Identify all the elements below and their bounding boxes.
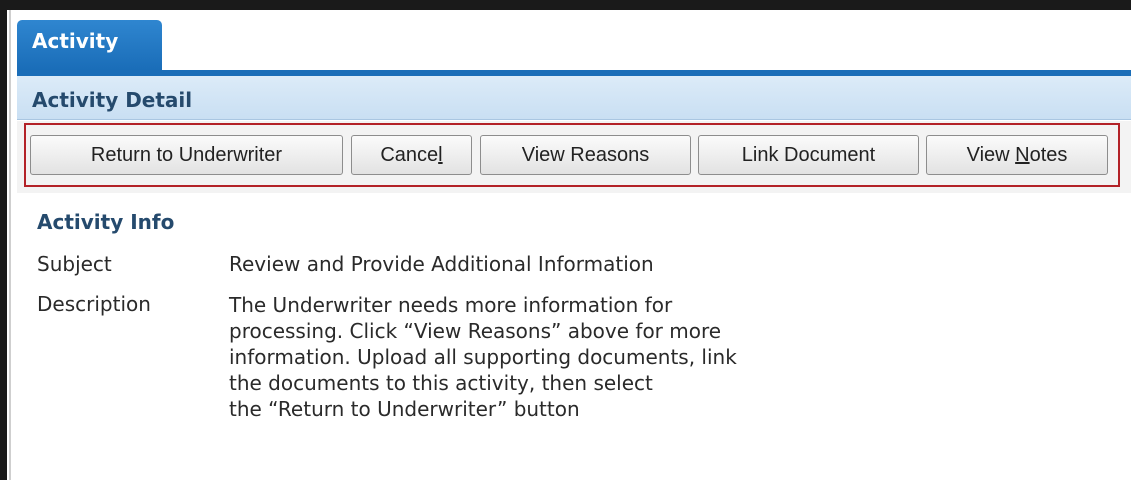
cancel-label-prefix: Cance (380, 144, 439, 166)
description-line: The Underwriter needs more information f… (229, 293, 673, 317)
description-line: the documents to this activity, then sel… (229, 371, 653, 395)
view-notes-label-suffix: otes (1029, 144, 1068, 166)
description-value: The Underwriter needs more information f… (229, 292, 737, 422)
view-notes-button[interactable]: View Notes (926, 135, 1108, 175)
return-to-underwriter-label: Return to Underwriter (90, 144, 283, 166)
tab-activity[interactable]: Activity (17, 20, 162, 70)
description-line: processing. Click “View Reasons” above f… (229, 319, 722, 343)
activity-window: Activity Activity Detail Return to Under… (0, 0, 1131, 480)
subject-label: Subject (37, 252, 112, 276)
description-line: information. Upload all supporting docum… (229, 345, 737, 369)
description-label: Description (37, 292, 151, 316)
tab-activity-label: Activity (32, 29, 119, 53)
view-notes-label-accelerator: N (1015, 144, 1030, 166)
view-reasons-button[interactable]: View Reasons (480, 135, 691, 175)
window-border-top (0, 0, 1131, 10)
cancel-label-accelerator: l (438, 144, 443, 166)
description-line: the “Return to Underwriter” button (229, 397, 580, 421)
view-notes-label-prefix: View (966, 144, 1016, 166)
view-reasons-label: View Reasons (521, 144, 650, 166)
activity-detail-title: Activity Detail (32, 88, 193, 112)
link-document-button[interactable]: Link Document (698, 135, 919, 175)
window-border-left (0, 0, 7, 480)
window-divider (9, 10, 11, 480)
cancel-button[interactable]: Cancel (351, 135, 472, 175)
return-to-underwriter-button[interactable]: Return to Underwriter (30, 135, 343, 175)
activity-detail-header: Activity Detail (17, 76, 1131, 120)
link-document-label: Link Document (741, 144, 876, 166)
activity-info-title: Activity Info (37, 210, 175, 234)
subject-value: Review and Provide Additional Informatio… (229, 252, 654, 276)
